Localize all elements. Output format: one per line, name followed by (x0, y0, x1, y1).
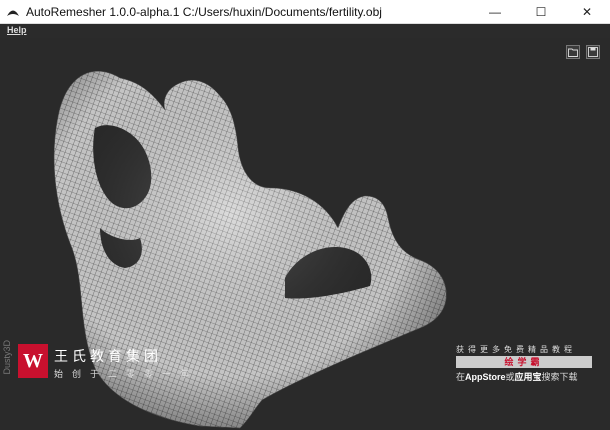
brand-logo-icon: W (18, 344, 48, 378)
promo-app2: 应用宝 (514, 372, 542, 382)
promo-app-name: 绘学霸 (456, 356, 592, 368)
open-file-button[interactable] (566, 45, 580, 59)
menu-bar: Help (0, 24, 610, 38)
folder-open-icon (568, 48, 578, 57)
minimize-button[interactable]: — (472, 0, 518, 24)
maximize-button[interactable]: ☐ (518, 0, 564, 24)
save-file-button[interactable] (586, 45, 600, 59)
promo-prefix: 在 (456, 372, 466, 382)
menu-help[interactable]: Help (7, 25, 27, 35)
title-bar[interactable]: AutoRemesher 1.0.0-alpha.1 C:/Users/huxi… (0, 0, 610, 24)
promo-app1: AppStore (465, 372, 506, 382)
promo-headline: 获得更多免费精品教程 (456, 345, 576, 354)
promo-mid: 或 (505, 372, 515, 382)
promo-download-text: 在AppStore或应用宝搜索下载 (456, 370, 578, 383)
save-icon (588, 47, 598, 57)
window-controls: — ☐ ✕ (472, 0, 610, 24)
org-tagline: 始创于二零零一年 (54, 369, 199, 379)
side-watermark: Dusty3D (2, 340, 12, 375)
app-logo-icon (7, 10, 19, 16)
promo-suffix: 搜索下载 (541, 372, 578, 382)
app-window: AutoRemesher 1.0.0-alpha.1 C:/Users/huxi… (0, 0, 610, 430)
close-button[interactable]: ✕ (564, 0, 610, 24)
org-name: 王氏教育集团 (54, 348, 162, 364)
window-title: AutoRemesher 1.0.0-alpha.1 C:/Users/huxi… (26, 4, 382, 19)
